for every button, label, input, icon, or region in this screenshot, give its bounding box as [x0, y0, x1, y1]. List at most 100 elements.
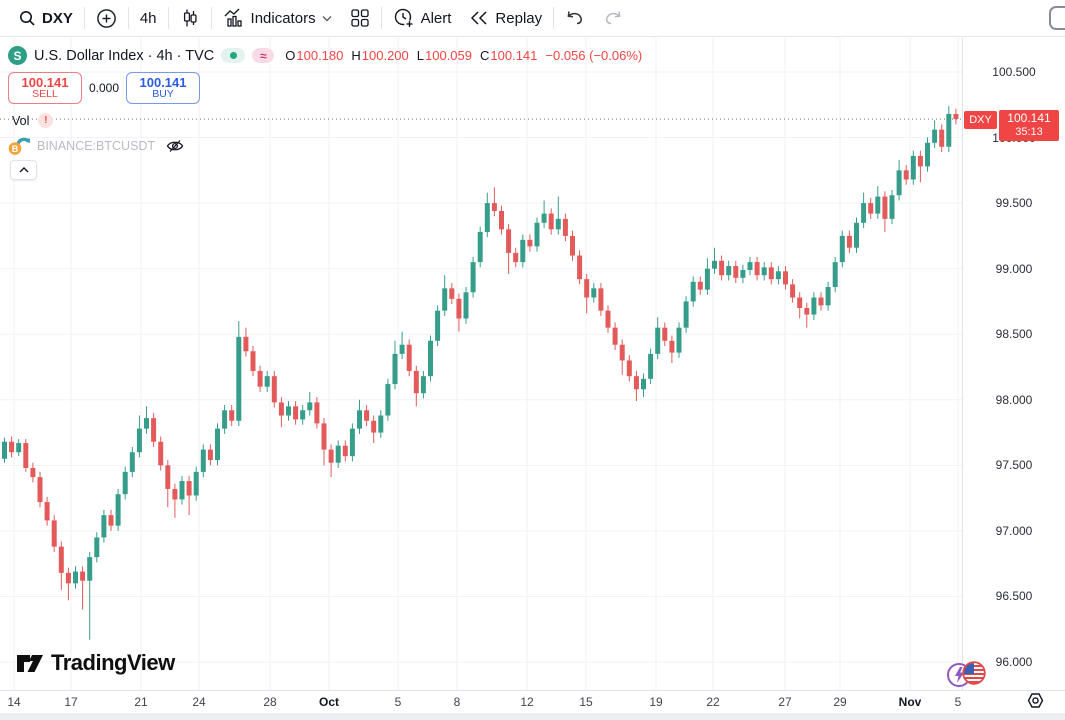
- toolbar-separator: [211, 7, 212, 29]
- time-axis-label: 24: [192, 695, 205, 709]
- low-value: 100.059: [425, 48, 472, 63]
- indicators-label: Indicators: [251, 10, 316, 27]
- buy-label: BUY: [152, 89, 174, 100]
- price-axis-symbol-badge: DXY: [964, 111, 997, 129]
- candlestick-icon: [180, 8, 200, 28]
- price-axis-label: 97.500: [963, 458, 1065, 472]
- overlay-symbol-row[interactable]: B BINANCE:BTCUSDT: [8, 136, 185, 156]
- legend-title[interactable]: U.S. Dollar Index · 4h · TVC: [34, 48, 214, 64]
- price-axis-label: 96.500: [963, 589, 1065, 603]
- undo-icon: [565, 10, 585, 26]
- price-axis-label: 99.500: [963, 196, 1065, 210]
- svg-text:B: B: [12, 144, 19, 154]
- time-axis-label: 29: [833, 695, 846, 709]
- replay-label: Replay: [495, 10, 542, 27]
- market-status-badge[interactable]: [221, 48, 245, 63]
- chevron-down-icon: [322, 15, 332, 22]
- volume-label: Vol: [12, 114, 29, 128]
- status-dot-icon: [230, 52, 237, 59]
- time-axis-label: 19: [649, 695, 662, 709]
- replay-rewind-icon: [469, 10, 489, 26]
- sell-label: SELL: [32, 89, 58, 100]
- time-axis-label: 28: [263, 695, 276, 709]
- chart-canvas[interactable]: [0, 0, 1065, 720]
- eye-off-icon[interactable]: [165, 138, 185, 154]
- volume-indicator-row[interactable]: Vol !: [12, 113, 53, 128]
- tradingview-logo[interactable]: TradingView: [16, 650, 175, 676]
- tradingview-mark-icon: [16, 650, 44, 676]
- alert-label: Alert: [421, 10, 452, 27]
- time-axis-label: 21: [134, 695, 147, 709]
- search-icon: [19, 10, 36, 27]
- open-value: 100.180: [296, 48, 343, 63]
- time-axis-label: 5: [395, 695, 402, 709]
- time-axis-label: 5: [955, 695, 962, 709]
- sell-button[interactable]: 100.141 SELL: [8, 72, 82, 104]
- buy-price: 100.141: [140, 76, 187, 90]
- toolbar-separator: [168, 7, 169, 29]
- close-label: C: [480, 48, 489, 63]
- price-axis-label: 98.000: [963, 393, 1065, 407]
- indicators-icon: [223, 8, 245, 28]
- symbol-legend[interactable]: S U.S. Dollar Index · 4h · TVC ≈ O100.18…: [8, 46, 642, 65]
- compare-add-button[interactable]: [87, 4, 126, 32]
- time-axis[interactable]: 14 17 21 24 28 Oct 5 8 12 15 19 22 27 29 Nov 5: [0, 690, 1065, 713]
- redo-button[interactable]: [594, 4, 632, 32]
- buy-button[interactable]: 100.141 BUY: [126, 72, 200, 104]
- bar-countdown: 35:13: [1015, 126, 1043, 139]
- interval-label: 4h: [140, 10, 157, 27]
- overlay-symbol-name: BINANCE:BTCUSDT: [37, 139, 155, 153]
- price-axis-label: 97.000: [963, 524, 1065, 538]
- top-toolbar: DXY 4h Indicators: [0, 0, 1065, 37]
- undo-button[interactable]: [556, 4, 594, 32]
- chevron-up-icon: [19, 167, 29, 173]
- plus-circle-icon: [96, 8, 117, 29]
- spread-value: 0.000: [82, 81, 126, 95]
- toolbar-separator: [381, 7, 382, 29]
- symbol-search-button[interactable]: DXY: [10, 4, 82, 32]
- open-label: O: [285, 48, 295, 63]
- time-axis-label: 22: [706, 695, 719, 709]
- time-axis-label: 15: [579, 695, 592, 709]
- last-price-label: 100.141 35:13: [999, 110, 1059, 141]
- replay-button[interactable]: Replay: [460, 4, 551, 32]
- time-axis-label: Nov: [899, 695, 922, 709]
- grid-layout-icon: [350, 8, 370, 28]
- time-axis-label: 27: [778, 695, 791, 709]
- price-axis-label: 98.500: [963, 327, 1065, 341]
- high-value: 100.200: [362, 48, 409, 63]
- last-price-value: 100.141: [1007, 112, 1050, 126]
- interval-button[interactable]: 4h: [131, 4, 166, 32]
- time-axis-label: 8: [454, 695, 461, 709]
- time-axis-label: Oct: [319, 695, 339, 709]
- change-value: −0.056 (−0.06%): [545, 48, 642, 63]
- axis-settings-icon[interactable]: [1026, 692, 1045, 709]
- bottom-strip: [0, 713, 1065, 720]
- time-axis-label: 14: [7, 695, 20, 709]
- time-axis-label: 17: [64, 695, 77, 709]
- delayed-data-badge[interactable]: ≈: [252, 48, 274, 63]
- time-axis-label: 12: [520, 695, 533, 709]
- symbol-name: DXY: [42, 10, 73, 27]
- btcusdt-icon: B: [8, 136, 30, 156]
- collapse-panel-button[interactable]: [10, 160, 37, 180]
- price-axis-label: 100.500: [963, 65, 1065, 79]
- price-axis-label: 99.000: [963, 262, 1065, 276]
- redo-icon: [603, 10, 623, 26]
- high-label: H: [351, 48, 360, 63]
- toolbar-separator: [128, 7, 129, 29]
- candles-layer: [2, 106, 958, 640]
- panel-toggle-icon[interactable]: [1049, 6, 1065, 30]
- tradingview-wordmark: TradingView: [51, 650, 175, 676]
- toolbar-separator: [84, 7, 85, 29]
- low-label: L: [417, 48, 424, 63]
- economic-events-icon[interactable]: [946, 658, 988, 690]
- layout-grid-button[interactable]: [341, 4, 379, 32]
- alert-button[interactable]: Alert: [384, 4, 461, 32]
- chart-style-button[interactable]: [171, 4, 209, 32]
- sell-price: 100.141: [22, 76, 69, 90]
- close-value: 100.141: [490, 48, 537, 63]
- ohlc-values: O100.180 H100.200 L100.059 C100.141 −0.0…: [285, 48, 642, 63]
- indicators-button[interactable]: Indicators: [214, 4, 341, 32]
- warning-badge[interactable]: !: [38, 113, 53, 128]
